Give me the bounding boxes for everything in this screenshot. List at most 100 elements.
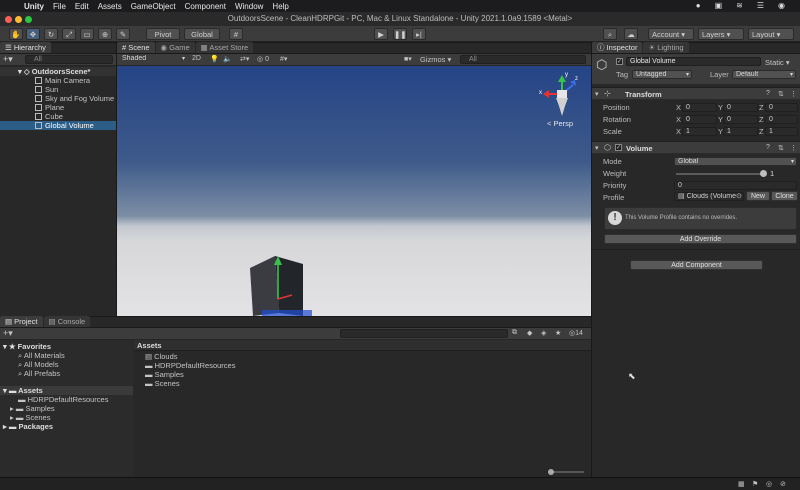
menu-assets[interactable]: Assets (98, 2, 122, 11)
app-menu[interactable]: Unity (24, 2, 44, 11)
tab-lighting[interactable]: ☀ Lighting (643, 42, 689, 53)
icon-size-slider[interactable] (548, 469, 584, 475)
tab-inspector[interactable]: ⓘ Inspector (592, 42, 643, 53)
transform-header[interactable]: ▾ ⊹ Transform ? ⇅ ⋮ (592, 87, 800, 100)
tab-hierarchy[interactable]: ☰ Hierarchy (0, 42, 51, 53)
wifi-icon[interactable]: ≋ (736, 1, 743, 10)
search-by-type-icon[interactable]: ⧉ (512, 329, 517, 337)
cloud-icon[interactable]: ☁ (624, 28, 638, 40)
static-toggle[interactable]: Static ▾ (765, 58, 790, 67)
folder-hdrp-default-resources[interactable]: ▬ HDRPDefaultResources (18, 395, 108, 404)
pause-button[interactable]: ❚❚ (393, 28, 407, 40)
auto-generate-lighting-icon[interactable]: ⊘ (780, 480, 786, 488)
siri-icon[interactable]: ◉ (778, 1, 785, 10)
rotation-y-field[interactable]: 0 (723, 115, 758, 124)
add-component-button[interactable]: Add Component (630, 260, 763, 270)
project-search-input[interactable] (340, 329, 508, 338)
menu-window[interactable]: Window (235, 2, 263, 11)
rotation-x-field[interactable]: 0 (682, 115, 717, 124)
layers-dropdown[interactable]: Layers ▾ (698, 28, 744, 40)
hidden-objects-toggle[interactable]: ◎ 0 (257, 55, 269, 63)
tab-scene[interactable]: # Scene (117, 42, 155, 53)
scene-root-item[interactable]: ▾ ◇ OutdoorsScene* (0, 67, 116, 76)
menu-file[interactable]: File (53, 2, 66, 11)
hierarchy-item-sky-fog[interactable]: Sky and Fog Volume (0, 94, 116, 103)
search-icon[interactable]: ⌕ (603, 28, 617, 40)
favorite-icon[interactable]: ★ (555, 329, 561, 337)
perspective-label[interactable]: < Persp (547, 119, 573, 128)
asset-item-clouds[interactable]: ▤ Clouds (145, 352, 178, 361)
account-dropdown[interactable]: Account ▾ (648, 28, 694, 40)
audio-toggle-icon[interactable]: 🔈 (223, 55, 232, 63)
hierarchy-item-main-camera[interactable]: Main Camera (0, 76, 116, 85)
close-window-button[interactable] (5, 16, 12, 23)
progress-icon[interactable]: ▦ (738, 480, 745, 488)
transform-tool-icon[interactable]: ⊕ (98, 28, 112, 40)
layout-dropdown[interactable]: Layout ▾ (748, 28, 794, 40)
favorites-folder[interactable]: ▾ ★ Favorites (3, 342, 51, 351)
fav-all-materials[interactable]: ⌕ All Materials (18, 351, 65, 360)
fav-all-models[interactable]: ⌕ All Models (18, 360, 58, 369)
help-icon[interactable]: ? (766, 144, 770, 151)
weight-value[interactable]: 1 (770, 169, 774, 178)
orientation-gizmo[interactable]: x y z (539, 72, 581, 118)
record-icon[interactable]: ● (696, 1, 701, 10)
hand-tool-icon[interactable]: ✋ (9, 28, 23, 40)
filter-icon[interactable]: ◈ (541, 329, 546, 337)
scene-viewport[interactable]: x y z < Persp (117, 66, 591, 316)
asset-item-hdrp-default-resources[interactable]: ▬ HDRPDefaultResources (145, 361, 235, 370)
grid-snap-icon[interactable]: # (229, 28, 243, 40)
global-toggle[interactable]: Global (184, 28, 220, 40)
tab-project[interactable]: ▤ Project (0, 316, 43, 327)
shading-mode-dropdown[interactable]: Shaded (119, 55, 187, 64)
packages-folder[interactable]: ▸ ▬ Packages (3, 422, 53, 431)
tag-dropdown[interactable]: Untagged (632, 70, 692, 79)
search-by-label-icon[interactable]: ◆ (527, 329, 532, 337)
asset-item-samples[interactable]: ▬ Samples (145, 370, 184, 379)
hidden-packages-count[interactable]: ◎14 (569, 329, 583, 337)
presets-icon[interactable]: ⇅ (778, 90, 784, 98)
move-tool-icon[interactable]: ✥ (26, 28, 40, 40)
slider-knob[interactable] (548, 469, 554, 475)
add-override-button[interactable]: Add Override (604, 234, 797, 244)
play-button[interactable]: ▶ (374, 28, 388, 40)
object-name-field[interactable]: Global Volume (626, 57, 761, 66)
screen-icon[interactable]: ▣ (715, 1, 723, 10)
priority-field[interactable]: 0 (674, 181, 797, 190)
menu-edit[interactable]: Edit (75, 2, 89, 11)
fav-all-prefabs[interactable]: ⌕ All Prefabs (18, 369, 60, 378)
asset-item-scenes[interactable]: ▬ Scenes (145, 379, 180, 388)
scale-x-field[interactable]: 1 (682, 127, 717, 136)
layer-dropdown[interactable]: Default (732, 70, 796, 79)
volume-mode-dropdown[interactable]: Global (674, 157, 797, 166)
position-y-field[interactable]: 0 (723, 103, 758, 112)
minimize-window-button[interactable] (15, 16, 22, 23)
volume-header[interactable]: ▾ ⬡ ✓ Volume ? ⇅ ⋮ (592, 141, 800, 154)
pivot-toggle[interactable]: Pivot (146, 28, 180, 40)
cache-server-icon[interactable]: ◎ (766, 480, 772, 488)
lighting-toggle-icon[interactable]: 💡 (210, 55, 219, 63)
position-z-field[interactable]: 0 (765, 103, 798, 112)
tab-game[interactable]: ◉ Game (155, 42, 195, 53)
active-checkbox[interactable]: ✓ (616, 58, 623, 65)
menu-gameobject[interactable]: GameObject (131, 2, 176, 11)
rotation-z-field[interactable]: 0 (765, 115, 798, 124)
custom-tool-icon[interactable]: ✎ (116, 28, 130, 40)
rotate-tool-icon[interactable]: ↻ (44, 28, 58, 40)
folder-scenes[interactable]: ▸ ▬ Scenes (10, 413, 50, 422)
volume-enabled-checkbox[interactable]: ✓ (615, 144, 622, 151)
effects-toggle-icon[interactable]: ⇄▾ (240, 55, 249, 63)
folder-samples[interactable]: ▸ ▬ Samples (10, 404, 55, 413)
scale-tool-icon[interactable]: ⤢ (62, 28, 76, 40)
component-menu-icon[interactable]: ⋮ (790, 90, 797, 98)
weight-slider-knob[interactable] (760, 170, 767, 177)
hierarchy-item-plane[interactable]: Plane (0, 103, 116, 112)
camera-settings-icon[interactable]: ■▾ (404, 55, 412, 63)
step-button[interactable]: ▸| (412, 28, 426, 40)
grid-toggle-icon[interactable]: #▾ (280, 55, 287, 63)
hierarchy-item-cube[interactable]: Cube (0, 112, 116, 121)
hierarchy-search-input[interactable]: All (25, 55, 113, 64)
control-center-icon[interactable]: ☰ (757, 1, 764, 10)
clone-profile-button[interactable]: Clone (771, 191, 798, 201)
tab-console[interactable]: ▤ Console (43, 316, 91, 327)
